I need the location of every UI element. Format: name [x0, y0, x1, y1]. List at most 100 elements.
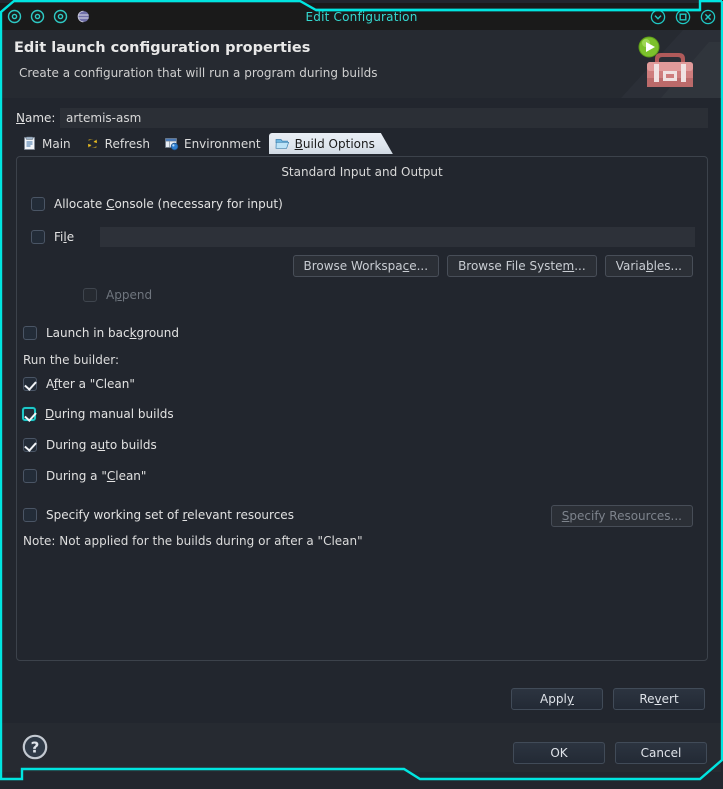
during-manual-builds-label: During manual builds: [45, 407, 174, 421]
checkbox-file[interactable]: [31, 230, 45, 244]
bo1-mnemonic: D: [45, 407, 55, 421]
specify-resources-wrap: Specify Resources...: [550, 505, 693, 527]
close-icon[interactable]: [699, 8, 716, 25]
after-a-clean-label: After a "Clean": [46, 377, 135, 391]
allocate-console-label: Allocate Console (necessary for input): [54, 197, 283, 211]
browse-workspace-button[interactable]: Browse Workspace...: [292, 255, 440, 277]
allocate-console-label-pre: Allocate: [54, 197, 107, 211]
row-append: Append: [83, 288, 152, 302]
specify-resources-button[interactable]: Specify Resources...: [550, 505, 693, 527]
row-specify-working-set: Specify working set of relevant resource…: [23, 508, 294, 522]
file-label-post: e: [66, 230, 75, 244]
file-browse-buttons: Browse Workspace... Browse File System..…: [292, 255, 693, 277]
bo3-pre: During a ": [46, 469, 107, 483]
append-label-post: pend: [121, 288, 153, 302]
checkbox-during-auto-builds[interactable]: [23, 438, 37, 452]
name-label: Name:: [16, 111, 56, 125]
edit-configuration-window: Edit Configuration Edit launch configura…: [0, 0, 723, 789]
file-label: File: [54, 230, 100, 244]
revert-post: ert: [661, 692, 679, 706]
bo2-pre: During a: [46, 438, 98, 452]
checkbox-allocate-console[interactable]: [31, 197, 45, 211]
ok-button[interactable]: OK: [513, 742, 605, 764]
checkbox-specify-working-set[interactable]: [23, 508, 37, 522]
environment-table-icon: [164, 136, 179, 151]
lib-mnemonic: k: [129, 326, 137, 340]
apply-button[interactable]: Apply: [511, 688, 603, 710]
checkbox-after-a-clean[interactable]: [23, 377, 37, 391]
bo3-post: lean": [115, 469, 147, 483]
row-during-auto-builds: During auto builds: [23, 438, 157, 452]
dialog-body: Name: Main Refresh Environment: [2, 98, 721, 772]
row-file: File: [31, 227, 695, 247]
minimize-icon[interactable]: [649, 8, 666, 25]
run-the-builder-label: Run the builder:: [23, 353, 119, 367]
row-launch-in-background: Launch in background: [23, 326, 179, 340]
allocate-console-label-post: onsole (necessary for input): [114, 197, 283, 211]
ok-label: OK: [550, 746, 568, 760]
toolbox-with-run-badge-icon: [621, 30, 721, 98]
bo0-post: ter a "Clean": [57, 377, 135, 391]
checkbox-during-manual-builds[interactable]: [22, 407, 36, 421]
checkbox-launch-in-background[interactable]: [23, 326, 37, 340]
file-label-pre: Fi: [54, 230, 64, 244]
tab-main[interactable]: Main: [16, 133, 79, 154]
name-input[interactable]: [60, 108, 708, 128]
browse-workspace-post: e...: [409, 259, 429, 273]
append-label: Append: [106, 288, 152, 302]
tab-build-options[interactable]: Build Options: [269, 133, 393, 154]
standard-io-group-title: Standard Input and Output: [281, 165, 443, 179]
tab-environment-label: Environment: [183, 136, 261, 151]
document-icon: [22, 136, 37, 151]
browse-file-system-button[interactable]: Browse File System...: [447, 255, 597, 277]
append-mnemonic: p: [114, 288, 122, 302]
variables-button[interactable]: Variables...: [604, 255, 693, 277]
cancel-button[interactable]: Cancel: [615, 742, 707, 764]
sws-pre: Specify working set of: [46, 508, 183, 522]
ok-cancel-buttons: OK Cancel: [513, 742, 707, 764]
variables-mnemonic: b: [645, 259, 654, 273]
row-during-a-clean: During a "Clean": [23, 469, 146, 483]
bo0-pre: A: [46, 377, 54, 391]
title-bar-window-controls: [649, 8, 716, 25]
page-subtitle: Create a configuration that will run a p…: [19, 66, 378, 80]
dialog-header: Edit launch configuration properties Cre…: [2, 30, 721, 98]
specify-working-set-label: Specify working set of relevant resource…: [46, 508, 294, 522]
build-note: Note: Not applied for the builds during …: [23, 534, 363, 548]
apply-mnemonic: y: [566, 692, 574, 706]
row-allocate-console: Allocate Console (necessary for input): [31, 197, 283, 211]
maximize-icon[interactable]: [674, 8, 691, 25]
name-label-mnemonic: N: [16, 111, 25, 125]
page-title: Edit launch configuration properties: [14, 40, 311, 56]
row-after-a-clean: After a "Clean": [23, 377, 135, 391]
name-row: Name:: [16, 108, 708, 128]
refresh-arrows-icon: [85, 136, 100, 151]
variables-pre: Varia: [615, 259, 646, 273]
apply-pre: Appl: [540, 692, 567, 706]
bo1-post: uring manual builds: [54, 407, 174, 421]
checkbox-during-a-clean[interactable]: [23, 469, 37, 483]
bo2-mnemonic: u: [97, 438, 106, 452]
help-question-icon[interactable]: ?: [22, 734, 48, 764]
tab-refresh[interactable]: Refresh: [79, 133, 158, 154]
tab-main-label: Main: [42, 136, 71, 151]
apply-revert-buttons: Apply Revert: [511, 688, 705, 710]
sws-post: elevant resources: [187, 508, 294, 522]
dialog-footer: ? OK Cancel: [2, 723, 721, 772]
launch-in-background-label: Launch in background: [46, 326, 179, 340]
browse-fs-pre: Browse File Syste: [458, 259, 563, 273]
tab-refresh-label: Refresh: [104, 136, 150, 151]
file-input[interactable]: [100, 227, 695, 247]
tab-environment[interactable]: Environment: [158, 133, 269, 154]
open-folder-icon: [275, 136, 290, 151]
row-during-manual-builds: During manual builds: [22, 407, 174, 421]
window-title: Edit Configuration: [305, 9, 418, 24]
revert-button[interactable]: Revert: [613, 688, 705, 710]
bo3-mnemonic: C: [106, 469, 116, 483]
browse-workspace-pre: Browse Workspa: [303, 259, 403, 273]
variables-post: les...: [653, 259, 682, 273]
lib-post: ground: [136, 326, 180, 340]
revert-pre: Re: [639, 692, 655, 706]
append-label-pre: A: [106, 288, 115, 302]
checkbox-append[interactable]: [83, 288, 97, 302]
